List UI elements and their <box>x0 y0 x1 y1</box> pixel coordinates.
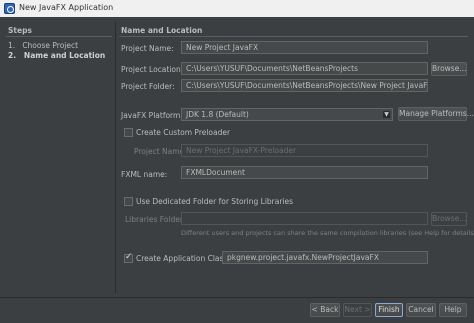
javafx-platform-value: JDK 1.8 (Default) <box>186 110 249 119</box>
project-location-label: Project Location: <box>121 65 184 74</box>
project-name-field[interactable]: New Project JavaFX <box>181 41 428 54</box>
preloader-project-name-field[interactable]: New Project JavaFX-Preloader <box>181 144 428 157</box>
chevron-down-icon[interactable]: ▼ <box>383 111 390 118</box>
create-application-class-label: Create Application Class <box>136 254 228 263</box>
javafx-platform-label: JavaFX Platform: <box>121 111 183 120</box>
dedicated-folder-checkbox[interactable] <box>124 197 133 206</box>
project-location-browse-button[interactable]: Browse... <box>431 62 467 76</box>
step-1-number: 1. <box>8 41 16 50</box>
dedicated-folder-label: Use Dedicated Folder for Storing Librari… <box>136 197 294 206</box>
panel-divider <box>119 36 468 37</box>
libraries-folder-browse-button[interactable]: Browse... <box>431 212 467 226</box>
step-1-label: Choose Project <box>22 41 79 50</box>
steps-pane-separator <box>115 22 116 293</box>
project-location-field[interactable]: C:\Users\YUSUF\Documents\NetBeansProject… <box>181 62 428 75</box>
window-title-bar: New JavaFX Application <box>0 0 474 17</box>
project-folder-field[interactable]: C:\Users\YUSUF\Documents\NetBeansProject… <box>181 79 428 92</box>
step-2: 2. Name and Location <box>8 51 105 60</box>
libraries-folder-field[interactable] <box>181 212 428 225</box>
steps-divider <box>6 36 112 37</box>
help-button[interactable]: Help <box>439 303 467 317</box>
project-folder-label: Project Folder: <box>121 82 175 91</box>
window-title: New JavaFX Application <box>19 3 114 12</box>
preloader-project-name-label: Project Name: <box>134 147 187 156</box>
step-2-label: Name and Location <box>23 51 106 60</box>
fxml-name-label: FXML name: <box>121 170 168 179</box>
finish-button[interactable]: Finish <box>375 303 403 317</box>
step-2-number: 2. <box>8 51 17 60</box>
create-application-class-checkbox[interactable] <box>124 252 133 263</box>
libraries-info-text: Different users and projects can share t… <box>181 229 474 237</box>
netbeans-app-icon <box>4 3 15 14</box>
steps-header: Steps <box>8 26 32 35</box>
back-button[interactable]: < Back <box>310 303 340 317</box>
application-class-field[interactable]: pkgnew.project.javafx.NewProjectJavaFX <box>222 251 428 264</box>
cancel-button[interactable]: Cancel <box>406 303 436 317</box>
step-1: 1. Choose Project <box>8 41 78 50</box>
libraries-folder-label: Libraries Folder: <box>125 215 186 224</box>
javafx-platform-select[interactable]: JDK 1.8 (Default) ▼ <box>181 108 393 121</box>
project-name-label: Project Name: <box>121 44 174 53</box>
panel-header: Name and Location <box>121 26 203 35</box>
custom-preloader-checkbox[interactable] <box>124 128 133 137</box>
manage-platforms-button[interactable]: Manage Platforms... <box>398 107 474 121</box>
fxml-name-field[interactable]: FXMLDocument <box>181 166 428 179</box>
bottom-separator <box>0 297 474 298</box>
custom-preloader-label: Create Custom Preloader <box>136 128 231 137</box>
next-button[interactable]: Next > <box>343 303 372 317</box>
